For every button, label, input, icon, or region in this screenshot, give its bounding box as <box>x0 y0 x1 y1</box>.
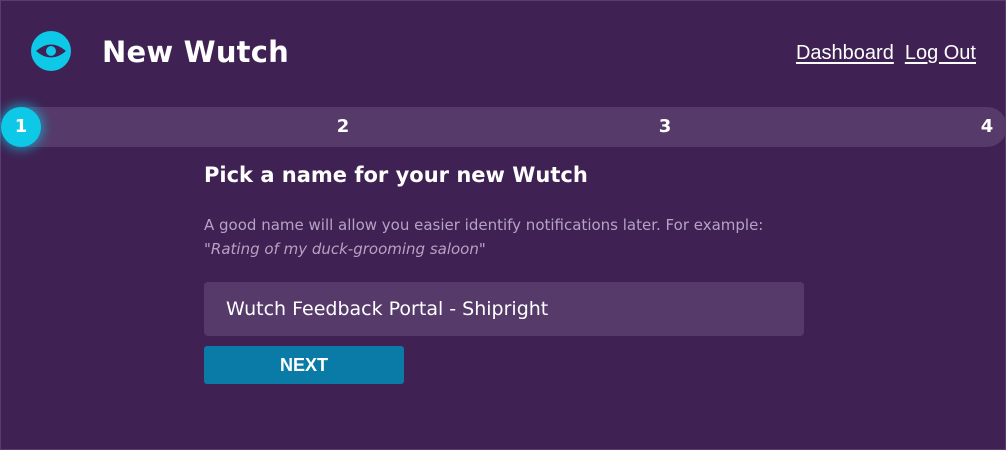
next-button[interactable]: NEXT <box>204 346 404 384</box>
form-heading: Pick a name for your new Wutch <box>204 163 588 187</box>
top-nav: Dashboard Log Out <box>796 39 976 67</box>
step-3[interactable]: 3 <box>645 107 685 147</box>
dashboard-link[interactable]: Dashboard <box>796 39 894 67</box>
app-window: New Wutch Dashboard Log Out 1 2 3 4 Pick… <box>0 0 1006 450</box>
wutch-name-input[interactable] <box>204 282 804 336</box>
form-hint: A good name will allow you easier identi… <box>204 213 824 261</box>
logout-link[interactable]: Log Out <box>905 39 976 67</box>
step-4[interactable]: 4 <box>967 107 1006 147</box>
step-1[interactable]: 1 <box>1 107 41 147</box>
progress-stepper: 1 2 3 4 <box>1 107 1006 147</box>
page-title: New Wutch <box>102 35 289 69</box>
hint-example: "Rating of my duck-grooming saloon" <box>204 240 486 258</box>
step-2[interactable]: 2 <box>323 107 363 147</box>
eye-icon <box>31 31 71 71</box>
hint-text: A good name will allow you easier identi… <box>204 216 764 234</box>
